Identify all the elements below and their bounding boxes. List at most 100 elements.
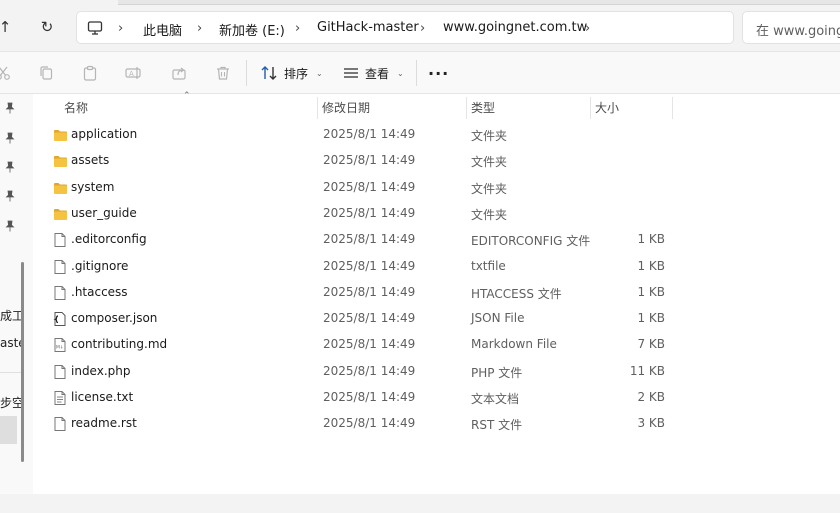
svg-text:M↓: M↓ [56,345,64,351]
file-name: index.php [71,363,131,378]
table-row[interactable]: .htaccess 2025/8/1 14:49 HTACCESS 文件 1 KB [33,280,840,306]
nav-scrollbar[interactable] [21,262,24,462]
file-size: 11 KB [629,363,665,378]
table-row[interactable]: index.php 2025/8/1 14:49 PHP 文件 11 KB [33,359,840,385]
file-size: 1 KB [637,232,665,247]
folder-icon [53,181,67,197]
file-size: 1 KB [637,258,665,273]
table-row[interactable]: composer.json 2025/8/1 14:49 JSON File 1 KB [33,306,840,332]
file-list: ⌃ 名称 修改日期 类型 大小 application 2025/8/1 14:4… [33,91,840,494]
refresh-icon: ↻ [40,18,54,36]
file-size: 1 KB [637,311,665,326]
search-box[interactable]: 在 www.goingnet.com.tw 中搜索 [742,11,840,44]
file-type: RST 文件 [471,418,523,433]
navigation-bar: ↑ ↻ › 此电脑 › 新加卷 (E:) › GitHack-master › … [0,0,840,52]
up-button[interactable]: ↑ [0,14,18,40]
share-icon [172,67,186,80]
view-button[interactable]: 查看 ⌄ [343,62,404,84]
file-modified-date: 2025/8/1 14:49 [323,284,416,299]
table-row[interactable]: assets 2025/8/1 14:49 文件夹 [33,148,840,174]
breadcrumb-separator: › [420,21,426,36]
file-name: .gitignore [71,258,129,273]
rename-button[interactable]: A [125,64,143,82]
file-modified-date: 2025/8/1 14:49 [323,363,416,378]
copy-button[interactable] [37,64,55,82]
search-placeholder: 在 www.goingnet.com.tw 中搜索 [756,24,840,39]
pin-icon[interactable] [4,132,16,144]
column-header-label: 大小 [595,100,620,115]
file-modified-date: 2025/8/1 14:49 [323,337,416,352]
column-header-date[interactable]: 修改日期 [318,94,466,120]
file-type: txtfile [471,258,506,273]
file-name: application [71,127,138,141]
this-pc-icon [87,21,103,35]
table-row[interactable]: system 2025/8/1 14:49 文件夹 [33,175,840,201]
column-header-type[interactable]: 类型 [467,94,590,120]
file-icon [53,259,67,275]
nav-item-truncated[interactable]: 成工 [0,307,22,324]
svg-text:A: A [129,70,134,78]
file-icon [53,364,67,380]
refresh-button[interactable]: ↻ [34,14,60,40]
file-name: license.txt [71,390,134,404]
file-type: PHP 文件 [471,365,523,380]
table-row[interactable]: application 2025/8/1 14:49 文件夹 [33,122,840,148]
file-size: 1 KB [637,284,665,299]
file-type: 文本文档 [471,392,520,406]
breadcrumb-current-folder[interactable]: www.goingnet.com.tw [443,20,587,35]
pin-icon[interactable] [4,190,16,202]
breadcrumb-expand-chevron[interactable]: › [585,21,590,36]
pin-icon[interactable] [4,102,16,114]
nav-item-selected[interactable] [0,416,17,444]
table-row[interactable]: .editorconfig 2025/8/1 14:49 EDITORCONFIG … [33,227,840,253]
file-type: HTACCESS 文件 [471,286,562,301]
share-button[interactable] [170,64,188,82]
breadcrumb-this-pc[interactable]: 此电脑 [143,20,182,39]
rename-icon: A [125,67,141,79]
more-options-button[interactable]: ··· [428,64,449,83]
folder-icon [53,128,67,144]
pin-icon[interactable] [4,220,16,232]
breadcrumb-separator: › [295,21,301,36]
file-type: JSON File [471,311,525,326]
table-row[interactable]: license.txt 2025/8/1 14:49 文本文档 2 KB [33,385,840,411]
file-type: 文件夹 [471,207,508,222]
paste-button[interactable] [81,64,99,82]
delete-button[interactable] [214,64,232,82]
table-row[interactable]: .gitignore 2025/8/1 14:49 txtfile 1 KB [33,254,840,280]
file-type: 文件夹 [471,129,508,143]
command-separator [416,60,417,86]
column-header-name[interactable]: 名称 [60,94,316,120]
breadcrumb-drive-e[interactable]: 新加卷 (E:) [219,20,285,39]
title-strip [118,0,840,5]
pin-icon[interactable] [4,161,16,173]
text-file-icon [53,390,67,406]
nav-item-truncated[interactable]: 步空 [0,394,22,411]
folder-icon [53,154,67,170]
navigation-pane: 成工 aste 步空 [0,94,33,494]
view-label: 查看 [365,66,390,81]
trash-icon [217,66,229,80]
column-header-size[interactable]: 大小 [591,94,673,120]
sort-button[interactable]: 排序 ⌄ [261,62,323,84]
nav-item-truncated[interactable]: aste [0,336,22,350]
column-divider[interactable] [672,97,673,119]
address-bar[interactable]: › 此电脑 › 新加卷 (E:) › GitHack-master › www.… [76,11,734,44]
file-modified-date: 2025/8/1 14:49 [323,127,416,141]
table-row[interactable]: readme.rst 2025/8/1 14:49 RST 文件 3 KB [33,411,840,437]
folder-icon [53,207,67,223]
up-arrow-icon: ↑ [0,18,12,36]
table-row[interactable]: user_guide 2025/8/1 14:49 文件夹 [33,201,840,227]
chevron-down-icon: ⌄ [397,68,404,78]
cut-button[interactable] [0,64,12,82]
file-modified-date: 2025/8/1 14:49 [323,179,416,194]
breadcrumb-githack-master[interactable]: GitHack-master [317,20,419,35]
table-row[interactable]: M↓ contributing.md 2025/8/1 14:49 Markdown … [33,332,840,358]
breadcrumb-separator: › [197,21,203,36]
file-name: user_guide [71,205,137,220]
copy-icon [40,66,53,80]
file-modified-date: 2025/8/1 14:49 [323,232,416,247]
file-type: 文件夹 [471,181,508,196]
column-header-label: 类型 [471,100,496,115]
file-name: readme.rst [71,416,137,431]
